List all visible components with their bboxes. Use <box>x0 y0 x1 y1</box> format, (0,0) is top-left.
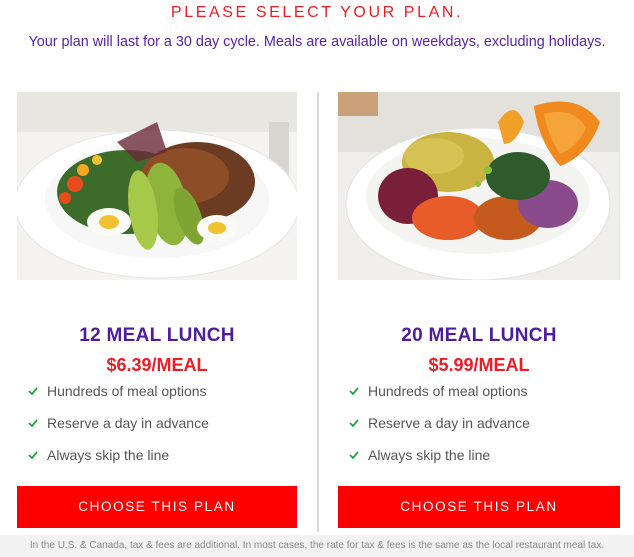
feature-label: Hundreds of meal options <box>47 383 207 399</box>
plan-divider <box>317 92 319 532</box>
check-icon <box>28 382 38 400</box>
check-icon <box>28 446 38 464</box>
page-title: PLEASE SELECT YOUR PLAN. <box>170 4 464 21</box>
plan-title: 20 MEAL LUNCH <box>401 325 557 346</box>
choose-plan-button[interactable]: CHOOSE THIS PLAN <box>338 486 620 528</box>
feature-label: Always skip the line <box>368 447 491 463</box>
feature-list: Hundreds of meal options Reserve a day i… <box>17 382 297 478</box>
check-icon <box>349 382 359 400</box>
plan-price: $6.39/MEAL <box>106 355 208 375</box>
grain-bowl-photo <box>338 92 620 280</box>
check-icon <box>349 446 359 464</box>
feature-item: Always skip the line <box>17 446 297 478</box>
salad-photo <box>17 92 297 280</box>
feature-item: Reserve a day in advance <box>17 414 297 446</box>
plan-card-20-meal: 20 MEAL LUNCH $5.99/MEAL Hundreds of mea… <box>338 92 620 528</box>
feature-label: Always skip the line <box>47 447 170 463</box>
check-icon <box>349 414 359 432</box>
feature-list: Hundreds of meal options Reserve a day i… <box>338 382 620 478</box>
check-icon <box>28 414 38 432</box>
feature-item: Hundreds of meal options <box>338 382 620 414</box>
feature-label: Hundreds of meal options <box>368 383 528 399</box>
choose-plan-button[interactable]: CHOOSE THIS PLAN <box>17 486 297 528</box>
page-subtitle: Your plan will last for a 30 day cycle. … <box>28 34 606 50</box>
feature-label: Reserve a day in advance <box>47 415 209 431</box>
plan-price: $5.99/MEAL <box>428 355 530 375</box>
plan-title: 12 MEAL LUNCH <box>79 325 235 346</box>
feature-item: Always skip the line <box>338 446 620 478</box>
tax-disclaimer: In the U.S. & Canada, tax & fees are add… <box>0 535 634 557</box>
feature-item: Reserve a day in advance <box>338 414 620 446</box>
plan-card-12-meal: 12 MEAL LUNCH $6.39/MEAL Hundreds of mea… <box>17 92 297 528</box>
feature-label: Reserve a day in advance <box>368 415 530 431</box>
feature-item: Hundreds of meal options <box>17 382 297 414</box>
